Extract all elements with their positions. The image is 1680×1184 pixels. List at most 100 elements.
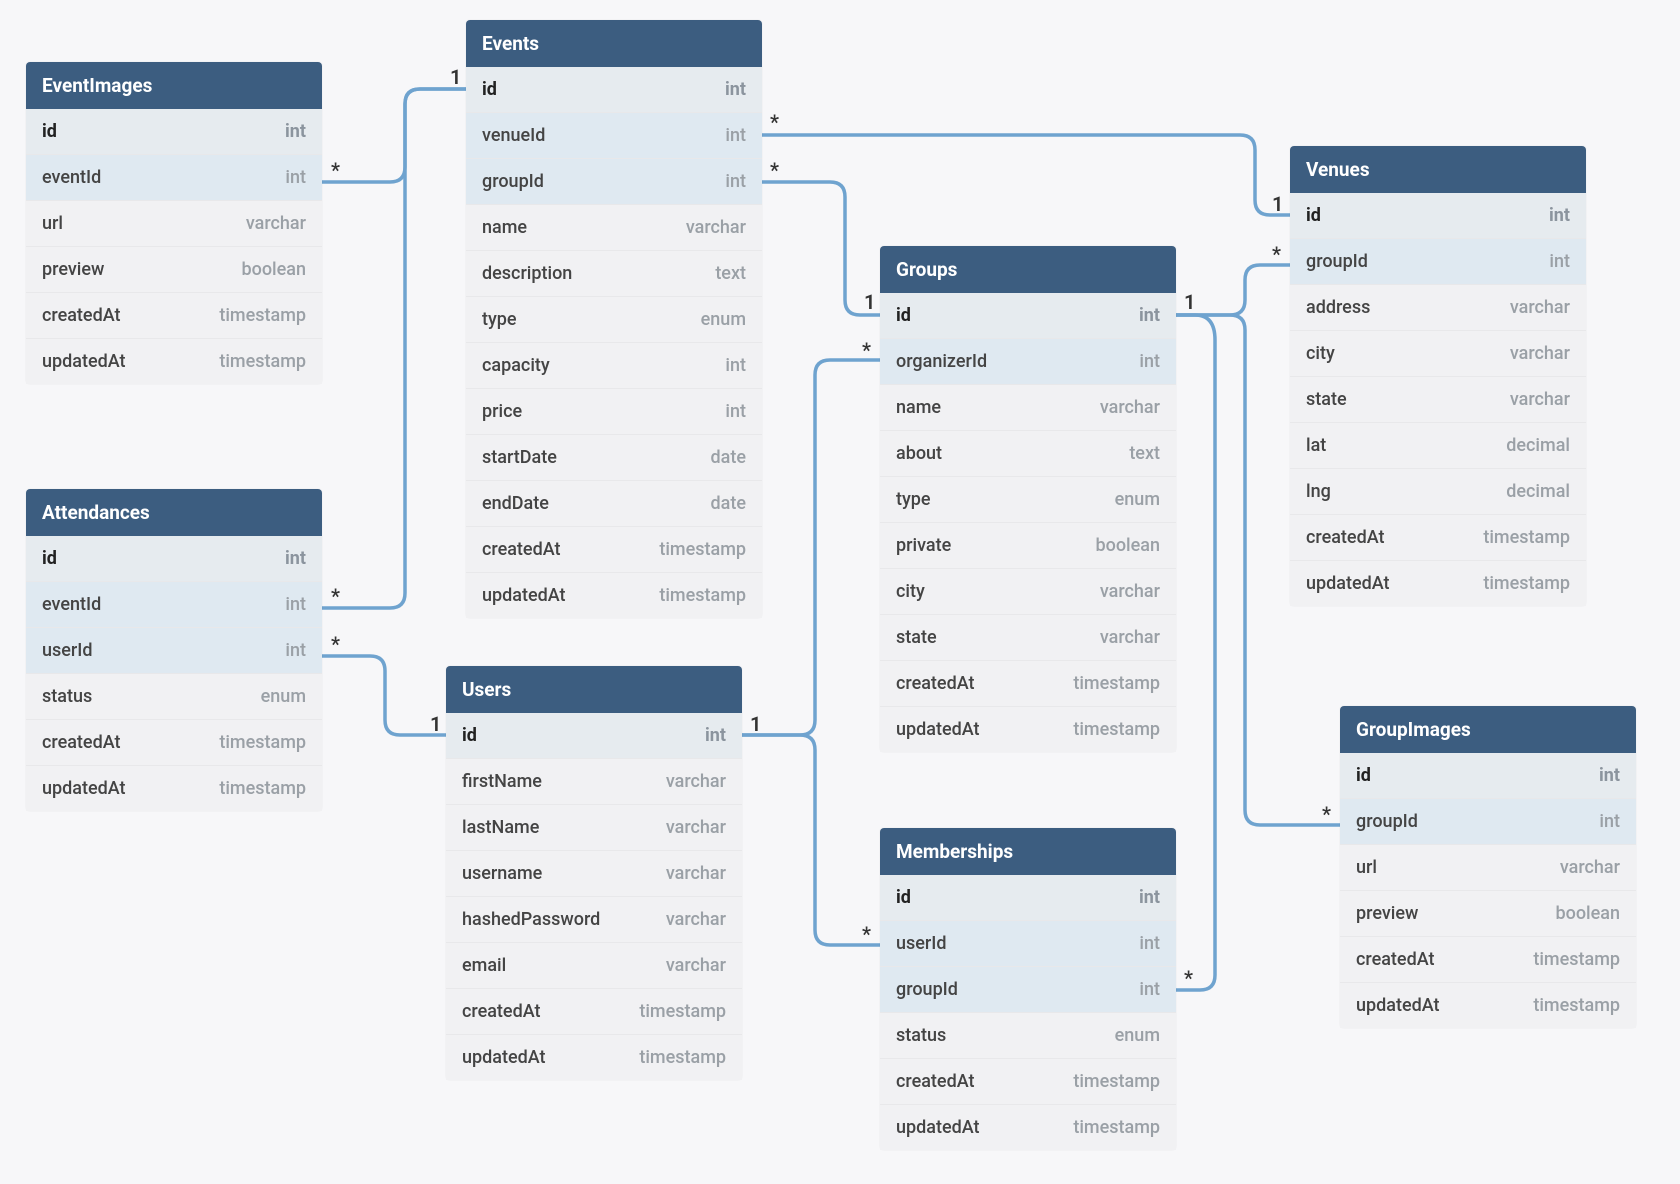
field-type: timestamp	[1073, 719, 1160, 740]
field-row[interactable]: updatedAttimestamp	[466, 572, 762, 618]
field-row[interactable]: createdAttimestamp	[26, 292, 322, 338]
field-name: id	[896, 887, 911, 908]
field-type: timestamp	[1533, 995, 1620, 1016]
entity-attendances[interactable]: Attendances idinteventIdintuserIdintstat…	[26, 489, 322, 811]
field-name: groupId	[1356, 811, 1418, 832]
field-row[interactable]: groupIdint	[466, 158, 762, 204]
field-row[interactable]: statusenum	[26, 673, 322, 719]
field-name: startDate	[482, 447, 557, 468]
field-row[interactable]: lngdecimal	[1290, 468, 1586, 514]
entity-users[interactable]: Users idintfirstNamevarcharlastNamevarch…	[446, 666, 742, 1080]
field-name: lng	[1306, 481, 1331, 502]
field-row[interactable]: venueIdint	[466, 112, 762, 158]
field-type: timestamp	[219, 732, 306, 753]
field-row[interactable]: abouttext	[880, 430, 1176, 476]
field-row[interactable]: firstNamevarchar	[446, 758, 742, 804]
cardinality-one: 1	[430, 712, 441, 736]
field-row[interactable]: typeenum	[466, 296, 762, 342]
field-row[interactable]: idint	[880, 293, 1176, 338]
field-row[interactable]: idint	[466, 67, 762, 112]
field-row[interactable]: urlvarchar	[1340, 844, 1636, 890]
field-row[interactable]: cityvarchar	[1290, 330, 1586, 376]
entity-venues[interactable]: Venues idintgroupIdintaddressvarcharcity…	[1290, 146, 1586, 606]
field-row[interactable]: createdAttimestamp	[1340, 936, 1636, 982]
entity-header: Memberships	[880, 828, 1176, 875]
field-row[interactable]: idint	[1290, 193, 1586, 238]
field-name: about	[896, 443, 942, 464]
field-row[interactable]: eventIdint	[26, 154, 322, 200]
field-row[interactable]: statevarchar	[880, 614, 1176, 660]
field-row[interactable]: updatedAttimestamp	[880, 1104, 1176, 1150]
field-row[interactable]: descriptiontext	[466, 250, 762, 296]
field-name: updatedAt	[462, 1047, 546, 1068]
field-row[interactable]: idint	[880, 875, 1176, 920]
field-name: updatedAt	[1306, 573, 1390, 594]
field-row[interactable]: urlvarchar	[26, 200, 322, 246]
field-row[interactable]: groupIdint	[880, 966, 1176, 1012]
entity-groups[interactable]: Groups idintorganizerIdintnamevarcharabo…	[880, 246, 1176, 752]
field-row[interactable]: addressvarchar	[1290, 284, 1586, 330]
field-row[interactable]: updatedAttimestamp	[880, 706, 1176, 752]
field-row[interactable]: statevarchar	[1290, 376, 1586, 422]
entity-memberships[interactable]: Memberships idintuserIdintgroupIdintstat…	[880, 828, 1176, 1150]
field-row[interactable]: idint	[26, 109, 322, 154]
field-name: description	[482, 263, 572, 284]
field-type: varchar	[1100, 581, 1160, 602]
field-row[interactable]: endDatedate	[466, 480, 762, 526]
field-name: createdAt	[42, 305, 121, 326]
field-row[interactable]: updatedAttimestamp	[26, 765, 322, 811]
field-row[interactable]: createdAttimestamp	[466, 526, 762, 572]
field-type: timestamp	[219, 778, 306, 799]
field-row[interactable]: createdAttimestamp	[880, 660, 1176, 706]
field-name: preview	[1356, 903, 1418, 924]
field-row[interactable]: typeenum	[880, 476, 1176, 522]
field-row[interactable]: userIdint	[26, 627, 322, 673]
field-row[interactable]: previewboolean	[1340, 890, 1636, 936]
field-name: id	[1356, 765, 1371, 786]
field-row[interactable]: idint	[1340, 753, 1636, 798]
field-row[interactable]: updatedAttimestamp	[446, 1034, 742, 1080]
field-row[interactable]: idint	[26, 536, 322, 581]
field-row[interactable]: groupIdint	[1340, 798, 1636, 844]
field-type: enum	[261, 686, 306, 707]
field-row[interactable]: createdAttimestamp	[26, 719, 322, 765]
field-row[interactable]: username varchar	[446, 850, 742, 896]
field-name: firstName	[462, 771, 542, 792]
field-row[interactable]: latdecimal	[1290, 422, 1586, 468]
field-row[interactable]: privateboolean	[880, 522, 1176, 568]
field-type: varchar	[666, 817, 726, 838]
field-row[interactable]: namevarchar	[466, 204, 762, 250]
entity-events[interactable]: Events idintvenueIdintgroupIdintnamevarc…	[466, 20, 762, 618]
cardinality-one: 1	[1272, 192, 1283, 216]
field-row[interactable]: updatedAttimestamp	[1340, 982, 1636, 1028]
field-row[interactable]: createdAttimestamp	[446, 988, 742, 1034]
field-row[interactable]: userIdint	[880, 920, 1176, 966]
field-row[interactable]: priceint	[466, 388, 762, 434]
field-row[interactable]: startDatedate	[466, 434, 762, 480]
field-row[interactable]: groupIdint	[1290, 238, 1586, 284]
field-row[interactable]: hashedPasswordvarchar	[446, 896, 742, 942]
field-row[interactable]: idint	[446, 713, 742, 758]
field-row[interactable]: eventIdint	[26, 581, 322, 627]
cardinality-one: 1	[1184, 290, 1195, 314]
entity-eventimages[interactable]: EventImages idinteventIdinturlvarcharpre…	[26, 62, 322, 384]
entity-body: idinteventIdinturlvarcharpreviewbooleanc…	[26, 109, 322, 384]
field-row[interactable]: cityvarchar	[880, 568, 1176, 614]
field-row[interactable]: updatedAttimestamp	[1290, 560, 1586, 606]
field-row[interactable]: statusenum	[880, 1012, 1176, 1058]
field-type: enum	[1115, 489, 1160, 510]
field-name: createdAt	[1356, 949, 1435, 970]
field-type: int	[285, 167, 306, 188]
field-row[interactable]: namevarchar	[880, 384, 1176, 430]
field-type: varchar	[666, 863, 726, 884]
field-row[interactable]: createdAttimestamp	[880, 1058, 1176, 1104]
field-row[interactable]: capacityint	[466, 342, 762, 388]
field-row[interactable]: emailvarchar	[446, 942, 742, 988]
field-row[interactable]: updatedAttimestamp	[26, 338, 322, 384]
entity-groupimages[interactable]: GroupImages idintgroupIdinturlvarcharpre…	[1340, 706, 1636, 1028]
field-row[interactable]: lastNamevarchar	[446, 804, 742, 850]
field-name: username	[462, 863, 542, 884]
field-row[interactable]: previewboolean	[26, 246, 322, 292]
field-row[interactable]: createdAttimestamp	[1290, 514, 1586, 560]
field-row[interactable]: organizerIdint	[880, 338, 1176, 384]
